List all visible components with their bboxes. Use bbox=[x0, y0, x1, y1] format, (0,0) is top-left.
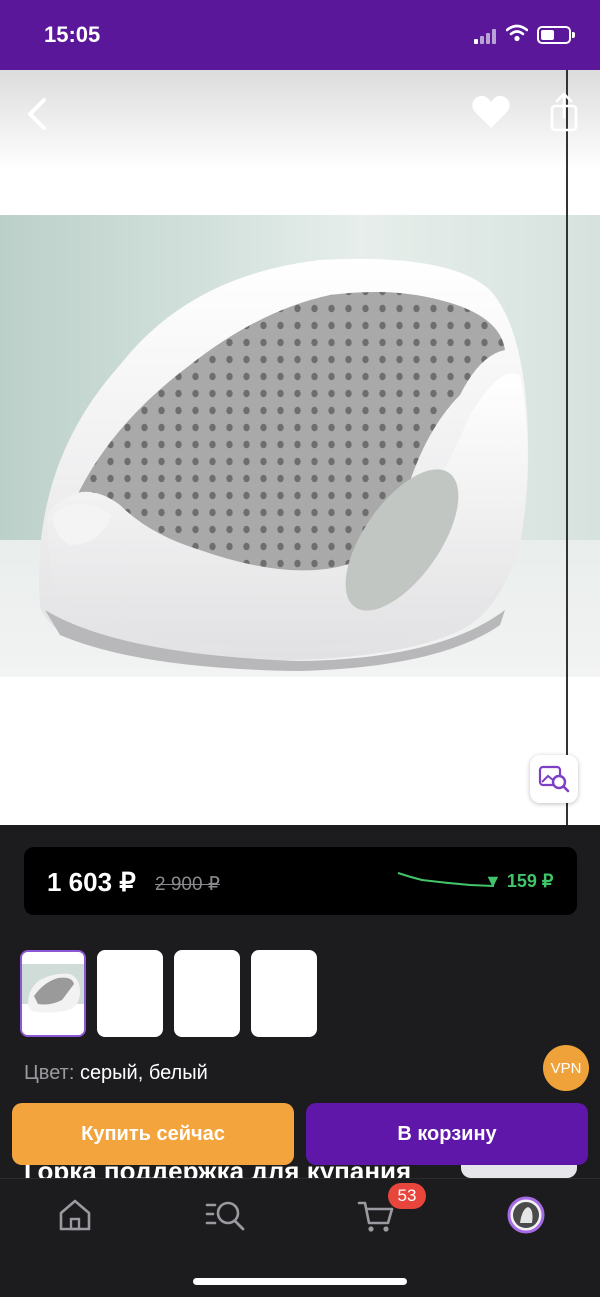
buy-now-button[interactable]: Купить сейчас bbox=[12, 1103, 294, 1165]
battery-icon bbox=[537, 26, 575, 44]
add-to-cart-button[interactable]: В корзину bbox=[306, 1103, 588, 1165]
product-image-gallery[interactable] bbox=[0, 70, 600, 825]
vpn-badge[interactable]: VPN bbox=[543, 1045, 589, 1091]
share-button[interactable] bbox=[546, 90, 582, 134]
thumbnail-1[interactable] bbox=[20, 950, 86, 1037]
home-indicator[interactable] bbox=[193, 1278, 407, 1285]
status-bar: 15:05 bbox=[0, 0, 600, 70]
price-drop: ▼ 159 ₽ bbox=[484, 871, 554, 891]
color-info: Цвет: серый, белый bbox=[24, 1062, 208, 1085]
tab-catalog[interactable] bbox=[205, 1195, 245, 1235]
color-label: Цвет: bbox=[24, 1062, 75, 1084]
current-price: 1 603 ₽ bbox=[47, 867, 136, 897]
image-search-icon bbox=[538, 765, 570, 793]
thumbnail-image bbox=[22, 952, 84, 1035]
profile-avatar bbox=[507, 1196, 545, 1234]
color-value: серый, белый bbox=[79, 1062, 208, 1084]
chevron-left-icon bbox=[28, 98, 46, 130]
heart-icon bbox=[472, 95, 510, 128]
old-price: 2 900 ₽ bbox=[155, 874, 220, 895]
status-time: 15:05 bbox=[44, 22, 101, 47]
cart-count-badge: 53 bbox=[388, 1183, 426, 1209]
share-icon bbox=[550, 92, 578, 132]
thumbnail-3[interactable] bbox=[174, 950, 240, 1037]
thumbnail-4[interactable] bbox=[251, 950, 317, 1037]
price-history-sparkline bbox=[397, 872, 495, 887]
tab-home[interactable] bbox=[55, 1195, 95, 1235]
product-photo bbox=[39, 258, 529, 671]
back-button[interactable] bbox=[18, 92, 58, 136]
price-card[interactable]: 1 603 ₽ 2 900 ₽ ▼ 159 ₽ bbox=[24, 847, 577, 915]
thumbnail-2[interactable] bbox=[97, 950, 163, 1037]
tab-profile[interactable] bbox=[506, 1195, 546, 1235]
wifi-icon bbox=[506, 24, 528, 42]
catalog-search-icon bbox=[205, 1201, 245, 1231]
image-search-button[interactable] bbox=[530, 755, 578, 803]
signal-icon bbox=[474, 28, 500, 44]
home-icon bbox=[59, 1199, 91, 1231]
favorite-button[interactable] bbox=[470, 92, 512, 132]
